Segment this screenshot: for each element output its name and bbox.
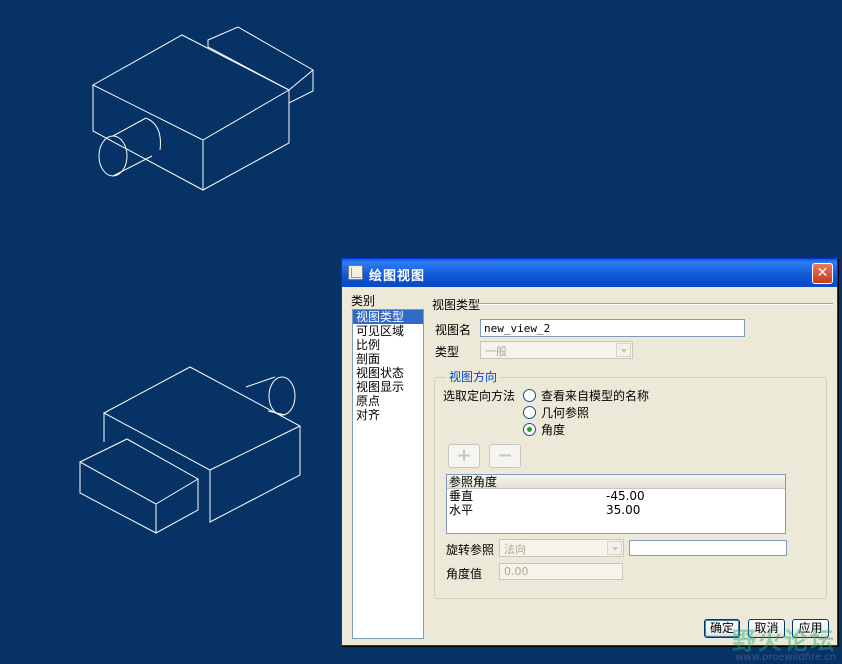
model-view-bottom[interactable] bbox=[78, 366, 301, 534]
chevron-down-icon bbox=[616, 343, 631, 357]
type-select[interactable]: 一般 bbox=[480, 341, 633, 359]
rotation-reference-value: 法向 bbox=[504, 543, 526, 556]
row-name: 水平 bbox=[449, 503, 474, 517]
view-name-label: 视图名 bbox=[435, 323, 472, 337]
category-list[interactable]: 视图类型 可见区域 比例 剖面 视图状态 视图显示 原点 对齐 bbox=[352, 309, 424, 639]
category-item[interactable]: 可见区域 bbox=[353, 324, 423, 338]
table-header-label: 参照角度 bbox=[449, 475, 498, 489]
category-item[interactable]: 原点 bbox=[353, 394, 423, 408]
remove-angle-button[interactable]: − bbox=[489, 444, 521, 468]
category-label: 类别 bbox=[351, 294, 376, 308]
option-model-name-label: 查看来自模型的名称 bbox=[541, 389, 650, 403]
angle-value-label: 角度值 bbox=[446, 567, 483, 581]
plus-icon: + bbox=[456, 445, 472, 466]
section-title: 视图类型 bbox=[432, 298, 481, 312]
table-row[interactable]: 垂直 -45.00 bbox=[447, 489, 785, 503]
rotation-reference-select[interactable]: 法向 bbox=[499, 539, 624, 557]
rotation-reference-input[interactable] bbox=[629, 540, 787, 556]
category-item[interactable]: 比例 bbox=[353, 338, 423, 352]
row-name: 垂直 bbox=[449, 489, 474, 503]
section-divider bbox=[478, 303, 833, 305]
category-item[interactable]: 视图显示 bbox=[353, 380, 423, 394]
table-header: 参照角度 bbox=[447, 475, 785, 489]
category-item[interactable]: 对齐 bbox=[353, 408, 423, 422]
close-button[interactable]: ✕ bbox=[812, 263, 833, 284]
angle-value-input[interactable]: 0.00 bbox=[499, 563, 623, 580]
table-row[interactable]: 水平 35.00 bbox=[447, 503, 785, 517]
option-angle-label: 角度 bbox=[541, 423, 566, 437]
model-view-top[interactable] bbox=[91, 26, 314, 191]
drawing-view-dialog: 绘图视图 ✕ 类别 视图类型 可见区域 比例 剖面 视图状态 视图显示 原点 对齐 视图类型 … bbox=[341, 258, 838, 646]
option-geometry-reference-label: 几何参照 bbox=[541, 406, 590, 420]
radio-angle[interactable] bbox=[523, 423, 536, 436]
minus-icon: − bbox=[497, 445, 513, 466]
view-name-input[interactable]: new_view_2 bbox=[480, 319, 745, 337]
row-value: -45.00 bbox=[606, 489, 645, 503]
orientation-group-title: 视图方向 bbox=[446, 368, 501, 385]
add-angle-button[interactable]: + bbox=[448, 444, 480, 468]
category-item[interactable]: 视图类型 bbox=[353, 310, 423, 324]
type-label: 类型 bbox=[435, 345, 460, 359]
type-select-value: 一般 bbox=[485, 345, 507, 358]
radio-model-name[interactable] bbox=[523, 389, 536, 402]
category-item[interactable]: 视图状态 bbox=[353, 366, 423, 380]
watermark-url: www.proewildfire.cn bbox=[735, 652, 836, 663]
orientation-method-label: 选取定向方法 bbox=[443, 389, 516, 403]
row-value: 35.00 bbox=[606, 503, 641, 517]
category-item[interactable]: 剖面 bbox=[353, 352, 423, 366]
watermark-logo: 野火论坛 bbox=[732, 627, 836, 655]
chevron-down-icon bbox=[607, 541, 622, 555]
window-icon bbox=[348, 265, 363, 280]
dialog-title: 绘图视图 bbox=[369, 269, 426, 284]
rotation-reference-label: 旋转参照 bbox=[446, 543, 495, 557]
radio-geometry-reference[interactable] bbox=[523, 406, 536, 419]
dialog-titlebar[interactable]: 绘图视图 ✕ bbox=[342, 259, 837, 287]
reference-angle-table[interactable]: 参照角度 垂直 -45.00 水平 35.00 bbox=[446, 474, 786, 534]
close-icon: ✕ bbox=[816, 265, 829, 281]
